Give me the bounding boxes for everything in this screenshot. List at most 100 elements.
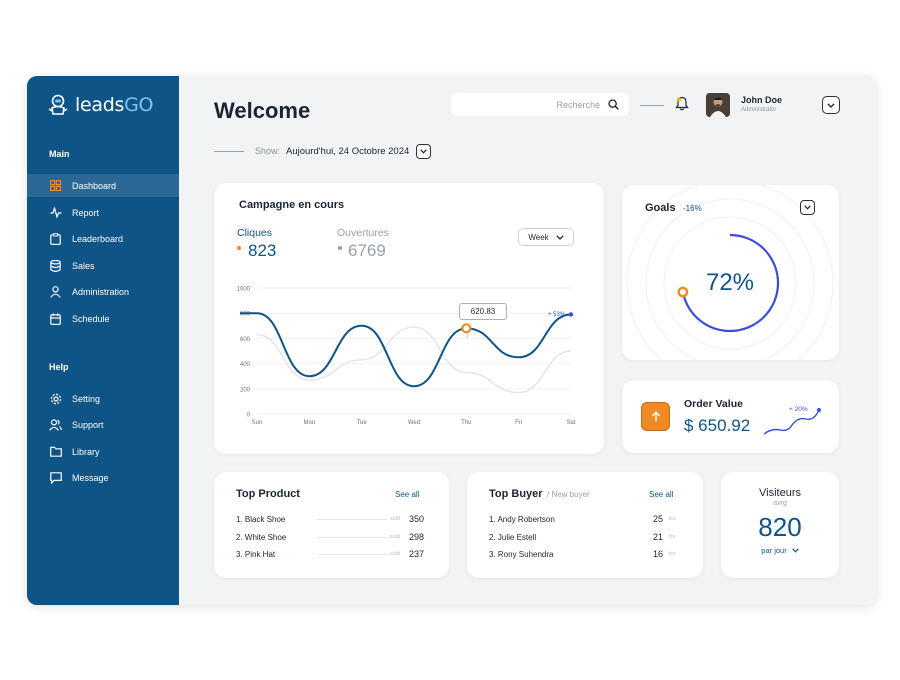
show-divider bbox=[214, 151, 244, 152]
sidebar-item-administration[interactable]: Administration bbox=[27, 280, 179, 303]
order-up-badge bbox=[641, 402, 670, 431]
sidebar-item-label: Schedule bbox=[72, 313, 110, 324]
logo-text: leadsGO bbox=[75, 94, 154, 116]
arrow-up-icon bbox=[651, 411, 660, 421]
buyer-value: 25 bbox=[652, 514, 663, 524]
x-tick-label: Fri bbox=[515, 420, 522, 426]
y-tick-label: 0 bbox=[247, 413, 251, 419]
visitors-period-select[interactable]: par jour bbox=[721, 546, 839, 555]
search-input[interactable]: Recherche bbox=[451, 93, 629, 116]
sidebar-item-dashboard[interactable]: Dashboard bbox=[27, 174, 179, 197]
y-tick-label: 400 bbox=[240, 362, 251, 368]
order-sparkline bbox=[763, 408, 821, 435]
message-icon bbox=[49, 471, 62, 484]
campaign-card: Campagne en cours Cliques 823 Ouvertures… bbox=[214, 183, 604, 454]
activity-icon bbox=[49, 206, 62, 219]
user-role: Administrator bbox=[741, 107, 777, 113]
chevron-down-icon bbox=[791, 548, 799, 553]
avatar[interactable] bbox=[706, 93, 730, 117]
x-tick-label: Thu bbox=[461, 420, 471, 426]
chevron-down-icon bbox=[827, 102, 835, 108]
sidebar-item-sales[interactable]: Sales bbox=[27, 254, 179, 277]
users-icon bbox=[49, 418, 62, 431]
top-buyer-card: Top Buyer / New buyer See all 1. Andy Ro… bbox=[467, 472, 703, 578]
list-item: 1. Andy Robertson bbox=[489, 515, 555, 524]
calendar-icon bbox=[49, 312, 62, 325]
order-value-label: Order Value bbox=[684, 398, 743, 410]
x-tick-label: Tue bbox=[357, 420, 368, 426]
visitors-sub: avrg bbox=[773, 500, 787, 507]
sidebar-item-label: Administration bbox=[72, 286, 130, 297]
buyer-value: 16 bbox=[652, 549, 663, 559]
avatar-image bbox=[706, 93, 730, 117]
page-title: Welcome bbox=[214, 98, 311, 123]
top-product-see-all-link[interactable]: See all bbox=[395, 490, 419, 499]
top-product-card: Top Product See all 1. Black Shoe sold 3… bbox=[214, 472, 449, 578]
sidebar-item-message[interactable]: Message bbox=[27, 466, 179, 489]
sidebar-item-report[interactable]: Report bbox=[27, 201, 179, 224]
user-menu-button[interactable] bbox=[822, 96, 840, 114]
order-value-amount: $ 650.92 bbox=[684, 416, 751, 435]
show-label: Show: bbox=[255, 146, 281, 156]
list-item: 1. Black Shoe bbox=[236, 515, 286, 524]
date-filter-value: Aujourd'hui, 24 Octobre 2024 bbox=[286, 146, 410, 157]
date-filter-dropdown[interactable] bbox=[416, 144, 431, 159]
sold-divider bbox=[317, 554, 387, 555]
visitors-value: 820 bbox=[758, 512, 802, 542]
series-line-cliques bbox=[256, 312, 572, 388]
sidebar-item-library[interactable]: Library bbox=[27, 440, 179, 463]
order-value-card: Order Value $ 650.92 + 20% bbox=[622, 380, 839, 453]
chevron-down-icon bbox=[420, 149, 427, 154]
buyer-unit: trs bbox=[669, 516, 676, 522]
top-buyer-see-all-link[interactable]: See all bbox=[649, 490, 673, 499]
sidebar-item-setting[interactable]: Setting bbox=[27, 387, 179, 410]
sidebar-item-label: Setting bbox=[72, 393, 101, 404]
visitors-title: Visiteurs bbox=[759, 487, 801, 499]
user-icon bbox=[49, 285, 62, 298]
sidebar-item-schedule[interactable]: Schedule bbox=[27, 307, 179, 330]
sold-label: sold bbox=[390, 551, 401, 557]
top-buyer-title: Top Buyer bbox=[489, 488, 543, 500]
database-icon bbox=[49, 259, 62, 272]
list-item: 2. Julie Estell bbox=[489, 533, 537, 542]
goals-card: Goals -16% 72% bbox=[622, 185, 839, 360]
app-window: leadsGO Main Dashboard Report Leaderboar… bbox=[27, 76, 876, 605]
campaign-line-chart: 02004006008001000Sun Mon Tue Wed Thu Fri Sat bbox=[237, 287, 576, 427]
sidebar-item-label: Sales bbox=[72, 260, 95, 271]
x-tick-label: Sat bbox=[566, 420, 575, 426]
sidebar-item-label: Support bbox=[72, 419, 104, 430]
sold-divider bbox=[317, 537, 387, 538]
end-point bbox=[568, 312, 574, 317]
robot-logo-icon bbox=[48, 94, 68, 115]
chevron-down-icon bbox=[804, 205, 811, 210]
product-sold-value: 350 bbox=[408, 514, 424, 524]
grid-icon bbox=[49, 179, 62, 192]
search-icon bbox=[608, 99, 619, 110]
chart-change-label: + 53% bbox=[548, 312, 566, 318]
goals-dropdown[interactable] bbox=[800, 200, 815, 215]
sidebar-item-leaderboard[interactable]: Leaderboard bbox=[27, 227, 179, 250]
logo[interactable]: leadsGO bbox=[47, 94, 153, 116]
buyer-unit: trs bbox=[669, 534, 676, 540]
sold-label: sold bbox=[390, 516, 401, 522]
sidebar-item-label: Leaderboard bbox=[72, 233, 124, 244]
top-buyer-subtitle: / New buyer bbox=[547, 490, 590, 499]
main-content: Welcome Recherche John Doe Administrator… bbox=[179, 76, 876, 605]
sidebar-item-support[interactable]: Support bbox=[27, 413, 179, 436]
sidebar-item-label: Library bbox=[72, 446, 100, 457]
visitors-card: Visiteurs avrg 820 par jour bbox=[721, 472, 839, 578]
product-sold-value: 298 bbox=[408, 532, 424, 542]
chart-tooltip: 620.83 bbox=[459, 303, 507, 320]
section-help-label: Help bbox=[49, 362, 69, 372]
y-tick-label: 1000 bbox=[237, 287, 251, 293]
x-tick-label: Sun bbox=[252, 420, 263, 426]
bell-icon[interactable] bbox=[675, 96, 689, 111]
highlight-point bbox=[461, 323, 472, 334]
gear-icon bbox=[49, 392, 62, 405]
search-placeholder: Recherche bbox=[556, 99, 600, 110]
sidebar-item-label: Report bbox=[72, 207, 100, 218]
y-tick-label: 600 bbox=[240, 337, 251, 343]
list-item: 2. White Shoe bbox=[236, 533, 287, 542]
top-product-title: Top Product bbox=[236, 488, 300, 500]
user-name: John Doe bbox=[741, 95, 783, 105]
